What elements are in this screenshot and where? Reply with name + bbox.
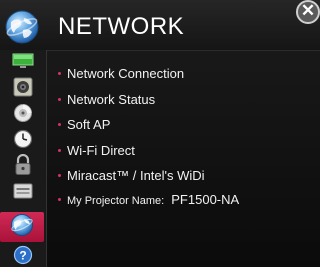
- menu-item-label: Wi-Fi Direct: [67, 142, 135, 158]
- network-menu: Network Connection Network Status Soft A…: [58, 66, 239, 219]
- menu-item-label: Network Connection: [67, 66, 185, 81]
- projector-name-label: My Projector Name:: [67, 194, 165, 207]
- sidebar-item-lock[interactable]: [4, 153, 42, 181]
- menu-item-label: Miracast™ / Intel's WiDi: [67, 168, 205, 183]
- bullet-icon: [58, 174, 61, 177]
- sidebar-item-disc[interactable]: [4, 103, 42, 128]
- globe-icon: [5, 10, 39, 44]
- bullet-icon: [58, 123, 61, 126]
- sidebar-item-network[interactable]: [0, 212, 44, 242]
- settings-sidebar: ?: [0, 50, 47, 267]
- help-icon-glyph: ?: [19, 248, 26, 262]
- sidebar-item-sound[interactable]: [4, 77, 42, 102]
- menu-item-label: Soft AP: [67, 117, 111, 132]
- close-icon[interactable]: ✕: [296, 0, 320, 24]
- menu-item-soft-ap[interactable]: Soft AP: [58, 117, 239, 143]
- projector-name-value: PF1500-NA: [171, 191, 240, 207]
- option-icon: [13, 183, 33, 204]
- menu-item-miracast[interactable]: Miracast™ / Intel's WiDi: [58, 168, 239, 194]
- picture-icon: [12, 53, 34, 74]
- network-globe-icon: [9, 213, 35, 242]
- menu-item-network-status[interactable]: Network Status: [58, 92, 239, 118]
- menu-item-wifi-direct[interactable]: Wi-Fi Direct: [58, 143, 239, 169]
- sidebar-item-time[interactable]: [4, 129, 42, 154]
- speaker-icon: [13, 77, 33, 102]
- clock-icon: [13, 129, 33, 154]
- lock-icon: [14, 153, 32, 181]
- network-settings-screen: NETWORK ✕ ? Network Connection Network S…: [0, 0, 320, 267]
- header-bar: NETWORK ✕: [0, 0, 320, 51]
- sidebar-item-option[interactable]: [4, 182, 42, 204]
- bullet-icon: [58, 197, 61, 201]
- menu-item-projector-name[interactable]: My Projector Name: PF1500-NA: [58, 192, 239, 218]
- help-icon: ?: [13, 245, 33, 267]
- bullet-icon: [58, 97, 61, 101]
- page-title: NETWORK: [58, 13, 185, 40]
- menu-item-label: Network Status: [67, 91, 156, 107]
- menu-item-network-connection[interactable]: Network Connection: [58, 66, 239, 92]
- sidebar-item-help[interactable]: ?: [4, 245, 42, 267]
- bullet-icon: [58, 72, 61, 75]
- disc-icon: [13, 103, 33, 128]
- bullet-icon: [58, 148, 61, 152]
- sidebar-item-picture[interactable]: [4, 52, 42, 74]
